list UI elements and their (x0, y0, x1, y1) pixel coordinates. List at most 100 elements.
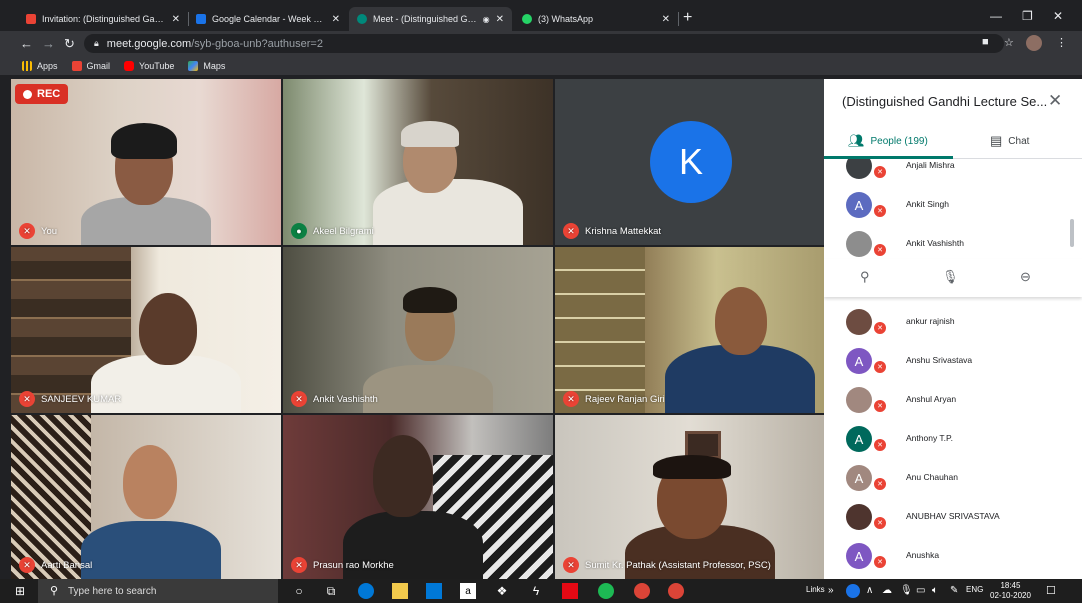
bookmark-maps[interactable]: Maps (188, 60, 226, 71)
tab-chat[interactable]: ▤ Chat (990, 133, 1029, 149)
chevron-right-icon[interactable]: » (828, 585, 834, 596)
chevron-up-icon[interactable]: ∧ (866, 585, 873, 596)
edge-icon[interactable] (358, 583, 374, 599)
gmail-icon (26, 14, 36, 24)
task-view-icon[interactable]: ⧉ (324, 583, 338, 599)
more-menu-icon[interactable]: ⋮ (1056, 36, 1067, 49)
profile-avatar[interactable] (1026, 35, 1042, 51)
bookmark-apps[interactable]: Apps (22, 60, 58, 71)
window-close-button[interactable]: ✕ (1053, 9, 1063, 23)
maximize-button[interactable]: ❐ (1022, 9, 1033, 23)
tab-title: Google Calendar - Week of Septe (212, 14, 326, 24)
battery-icon[interactable]: ▭ (916, 585, 925, 596)
pin-icon[interactable]: ⚲ (860, 269, 870, 285)
mic-off-icon: ✕ (19, 223, 35, 239)
people-icon: 👥︎ (848, 133, 865, 148)
list-item[interactable]: ✕ Anjali Mishra (824, 159, 1082, 183)
meet-icon (357, 14, 367, 24)
video-tile-prasun-rao-morkhe[interactable]: ✕ Prasun rao Morkhe (283, 415, 553, 579)
participant-actions: ⚲ 🎙︎ ⊖ (824, 259, 1082, 297)
mail-icon[interactable] (426, 583, 442, 599)
recording-indicator: REC (15, 84, 69, 104)
mic-off-icon: ✕ (872, 515, 888, 531)
camera-icon[interactable]: ■ (982, 36, 989, 48)
tab-strip: Invitation: (Distinguished Gandhi ✕ Goog… (0, 7, 1082, 31)
windows-start-icon[interactable]: ⊞ (12, 583, 28, 599)
taskbar-search[interactable]: ⚲ Type here to search (38, 579, 278, 603)
close-icon[interactable]: ✕ (496, 14, 504, 25)
list-item[interactable]: A ✕ Anu Chauhan (824, 465, 1082, 495)
url-host: meet.google.com (106, 37, 192, 50)
language-indicator[interactable]: ENG (966, 585, 983, 594)
tab-meet[interactable]: Meet - (Distinguished Gandhi ◉ ✕ (349, 7, 512, 31)
pen-icon[interactable]: ✎ (950, 585, 958, 596)
volume-icon[interactable]: 🔈︎ (932, 585, 938, 596)
list-item[interactable]: A ✕ Anushka (824, 543, 1082, 573)
video-tile-sanjeev-kumar[interactable]: ✕ SANJEEV KUMAR (11, 247, 281, 413)
microphone-icon[interactable]: 🎙︎ (900, 585, 913, 596)
gmail-icon (71, 60, 82, 71)
close-icon[interactable]: ✕ (662, 14, 670, 25)
reload-icon[interactable]: ↻ (64, 36, 75, 52)
calendar-icon (196, 14, 206, 24)
avatar (846, 159, 872, 179)
list-item[interactable]: ✕ Anshul Aryan (824, 387, 1082, 417)
close-icon[interactable]: ✕ (332, 14, 340, 25)
tab-people[interactable]: 👥︎ People (199) (848, 133, 928, 149)
video-tile-sumit-kr-pathak[interactable]: ✕ Sumit Kr. Pathak (Assistant Professor, … (555, 415, 824, 579)
video-tile-krishna-mattekkat[interactable]: K ✕ Krishna Mattekkat (555, 79, 824, 245)
bookmark-youtube[interactable]: YouTube (124, 60, 174, 71)
browser-toolbar: ← → ↻ 🔒︎ meet.google.com /syb-gboa-unb?a… (0, 31, 1082, 56)
close-panel-button[interactable]: ✕ (1048, 91, 1062, 111)
mic-off-icon: ✕ (872, 203, 888, 219)
close-icon[interactable]: ✕ (172, 14, 180, 25)
participant-label: ✕ Rajeev Ranjan Giri (563, 391, 665, 407)
tab-google-calendar[interactable]: Google Calendar - Week of Septe ✕ (188, 7, 348, 31)
clock[interactable]: 18:45 02-10-2020 (990, 581, 1031, 601)
mute-participant-icon[interactable]: 🎙︎ (942, 269, 959, 285)
help-icon[interactable] (846, 584, 860, 598)
remove-participant-icon[interactable]: ⊖ (1020, 269, 1031, 285)
list-item[interactable]: A ✕ Anshu Srivastava (824, 348, 1082, 378)
bookmark-label: Maps (203, 60, 226, 71)
list-item[interactable]: A ✕ Ankit Singh (824, 192, 1082, 222)
participant-name: Anushka (906, 550, 940, 560)
spotify-icon[interactable] (598, 583, 614, 599)
tab-title: Meet - (Distinguished Gandhi (373, 14, 477, 24)
forward-arrow-icon[interactable]: → (42, 36, 55, 51)
notifications-icon[interactable]: ☐ (1046, 584, 1056, 597)
video-tile-aarti-bansal[interactable]: ✕ Aarti Bansal (11, 415, 281, 579)
minimize-button[interactable]: — (990, 9, 1002, 23)
onedrive-icon[interactable]: ☁︎ (882, 585, 892, 596)
scrollbar[interactable] (1070, 219, 1074, 247)
chrome-profile-icon[interactable] (668, 583, 684, 599)
mic-off-icon: ✕ (872, 554, 888, 570)
participant-avatar: K (650, 121, 732, 203)
video-tile-ankit-vashishth[interactable]: ✕ Ankit Vashishth (283, 247, 553, 413)
file-explorer-icon[interactable] (392, 583, 408, 599)
tab-whatsapp[interactable]: (3) WhatsApp ✕ (514, 7, 678, 31)
bookmark-gmail[interactable]: Gmail (71, 60, 110, 71)
tab-title: Invitation: (Distinguished Gandhi (42, 14, 166, 24)
avatar: A (846, 192, 872, 218)
address-bar[interactable]: 🔒︎ meet.google.com /syb-gboa-unb?authuse… (84, 34, 1004, 53)
video-tile-you[interactable]: REC ✕ You (11, 79, 281, 245)
cortana-icon[interactable]: ○ (292, 583, 306, 599)
video-tile-rajeev-ranjan-giri[interactable]: ✕ Rajeev Ranjan Giri (555, 247, 824, 413)
amazon-icon[interactable]: a (460, 583, 476, 599)
list-item[interactable]: A ✕ Anthony T.P. (824, 426, 1082, 456)
video-tile-akeel-bilgrami[interactable]: ● Akeel Bilgrami (283, 79, 553, 245)
mic-off-icon: ✕ (872, 320, 888, 336)
tab-gmail-invitation[interactable]: Invitation: (Distinguished Gandhi ✕ (18, 7, 188, 31)
list-item[interactable]: ✕ ankur rajnish (824, 309, 1082, 339)
list-item[interactable]: ✕ ANUBHAV SRIVASTAVA (824, 504, 1082, 534)
links-toolbar[interactable]: Links (806, 585, 825, 594)
lightning-icon[interactable]: ϟ (528, 583, 544, 599)
list-item[interactable]: ✕ Ankit Vashishth (824, 231, 1082, 261)
back-arrow-icon[interactable]: ← (20, 36, 33, 51)
chrome-icon[interactable] (634, 583, 650, 599)
bookmark-star-icon[interactable]: ☆ (1004, 36, 1014, 49)
dropbox-icon[interactable]: ❖ (494, 583, 510, 599)
new-tab-button[interactable]: + (683, 9, 692, 27)
netflix-icon[interactable] (562, 583, 578, 599)
